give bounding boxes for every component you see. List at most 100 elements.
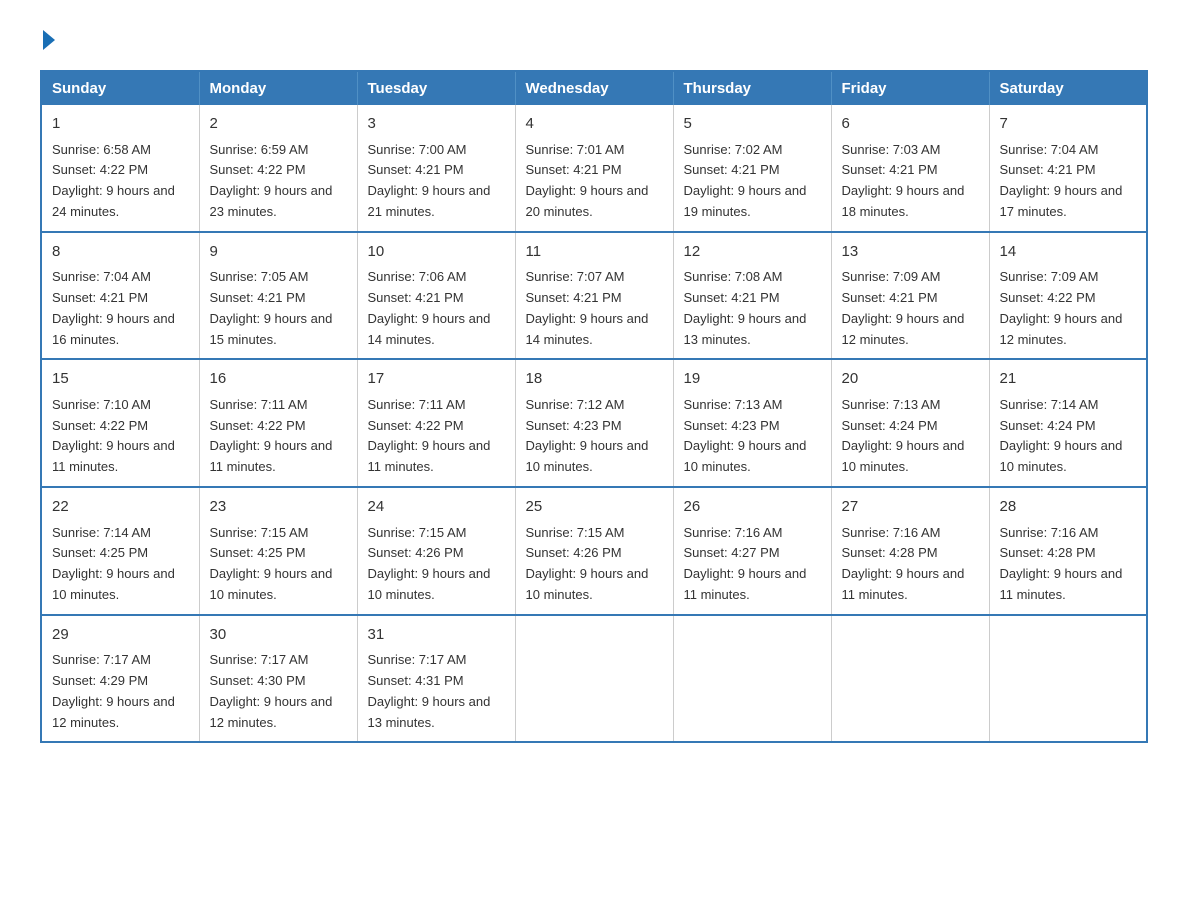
calendar-cell: 9 Sunrise: 7:05 AMSunset: 4:21 PMDaylight… bbox=[199, 232, 357, 360]
calendar-cell: 20 Sunrise: 7:13 AMSunset: 4:24 PMDayligh… bbox=[831, 359, 989, 487]
day-number: 26 bbox=[684, 496, 821, 519]
day-info: Sunrise: 6:58 AMSunset: 4:22 PMDaylight:… bbox=[52, 140, 189, 223]
week-row-1: 1 Sunrise: 6:58 AMSunset: 4:22 PMDaylight… bbox=[41, 105, 1147, 232]
day-number: 5 bbox=[684, 113, 821, 136]
day-info: Sunrise: 7:11 AMSunset: 4:22 PMDaylight:… bbox=[368, 395, 505, 478]
calendar-cell: 29 Sunrise: 7:17 AMSunset: 4:29 PMDayligh… bbox=[41, 615, 199, 743]
day-info: Sunrise: 7:15 AMSunset: 4:25 PMDaylight:… bbox=[210, 523, 347, 606]
calendar-cell: 1 Sunrise: 6:58 AMSunset: 4:22 PMDaylight… bbox=[41, 105, 199, 232]
day-info: Sunrise: 7:11 AMSunset: 4:22 PMDaylight:… bbox=[210, 395, 347, 478]
day-number: 2 bbox=[210, 113, 347, 136]
day-number: 22 bbox=[52, 496, 189, 519]
calendar-cell: 22 Sunrise: 7:14 AMSunset: 4:25 PMDayligh… bbox=[41, 487, 199, 615]
day-info: Sunrise: 7:13 AMSunset: 4:23 PMDaylight:… bbox=[684, 395, 821, 478]
calendar-cell: 25 Sunrise: 7:15 AMSunset: 4:26 PMDayligh… bbox=[515, 487, 673, 615]
day-info: Sunrise: 7:17 AMSunset: 4:29 PMDaylight:… bbox=[52, 650, 189, 733]
day-number: 15 bbox=[52, 368, 189, 391]
day-info: Sunrise: 7:07 AMSunset: 4:21 PMDaylight:… bbox=[526, 267, 663, 350]
day-info: Sunrise: 7:16 AMSunset: 4:27 PMDaylight:… bbox=[684, 523, 821, 606]
calendar-cell: 4 Sunrise: 7:01 AMSunset: 4:21 PMDaylight… bbox=[515, 105, 673, 232]
day-number: 23 bbox=[210, 496, 347, 519]
calendar-cell bbox=[831, 615, 989, 743]
calendar-cell: 18 Sunrise: 7:12 AMSunset: 4:23 PMDayligh… bbox=[515, 359, 673, 487]
calendar-cell: 21 Sunrise: 7:14 AMSunset: 4:24 PMDayligh… bbox=[989, 359, 1147, 487]
calendar-table: SundayMondayTuesdayWednesdayThursdayFrid… bbox=[40, 70, 1148, 743]
calendar-cell: 15 Sunrise: 7:10 AMSunset: 4:22 PMDayligh… bbox=[41, 359, 199, 487]
day-info: Sunrise: 7:17 AMSunset: 4:30 PMDaylight:… bbox=[210, 650, 347, 733]
calendar-cell: 13Sunrise: 7:09 AMSunset: 4:21 PMDayligh… bbox=[831, 232, 989, 360]
calendar-cell: 23 Sunrise: 7:15 AMSunset: 4:25 PMDayligh… bbox=[199, 487, 357, 615]
day-info: Sunrise: 7:14 AMSunset: 4:25 PMDaylight:… bbox=[52, 523, 189, 606]
day-number: 19 bbox=[684, 368, 821, 391]
day-info: Sunrise: 7:06 AMSunset: 4:21 PMDaylight:… bbox=[368, 267, 505, 350]
day-number: 24 bbox=[368, 496, 505, 519]
logo-arrow-icon bbox=[43, 30, 55, 50]
day-info: Sunrise: 7:17 AMSunset: 4:31 PMDaylight:… bbox=[368, 650, 505, 733]
weekday-header-friday: Friday bbox=[831, 71, 989, 105]
day-number: 29 bbox=[52, 624, 189, 647]
calendar-cell: 26 Sunrise: 7:16 AMSunset: 4:27 PMDayligh… bbox=[673, 487, 831, 615]
calendar-cell bbox=[989, 615, 1147, 743]
calendar-cell: 6Sunrise: 7:03 AMSunset: 4:21 PMDaylight… bbox=[831, 105, 989, 232]
calendar-cell: 2 Sunrise: 6:59 AMSunset: 4:22 PMDaylight… bbox=[199, 105, 357, 232]
day-number: 6 bbox=[842, 113, 979, 136]
day-info: Sunrise: 7:09 AMSunset: 4:21 PMDaylight:… bbox=[842, 267, 979, 350]
calendar-cell: 31 Sunrise: 7:17 AMSunset: 4:31 PMDayligh… bbox=[357, 615, 515, 743]
day-info: Sunrise: 7:15 AMSunset: 4:26 PMDaylight:… bbox=[368, 523, 505, 606]
day-number: 4 bbox=[526, 113, 663, 136]
day-number: 9 bbox=[210, 241, 347, 264]
calendar-cell: 14Sunrise: 7:09 AMSunset: 4:22 PMDayligh… bbox=[989, 232, 1147, 360]
week-row-5: 29 Sunrise: 7:17 AMSunset: 4:29 PMDayligh… bbox=[41, 615, 1147, 743]
day-info: Sunrise: 7:16 AMSunset: 4:28 PMDaylight:… bbox=[1000, 523, 1137, 606]
calendar-cell: 11 Sunrise: 7:07 AMSunset: 4:21 PMDayligh… bbox=[515, 232, 673, 360]
day-info: Sunrise: 7:05 AMSunset: 4:21 PMDaylight:… bbox=[210, 267, 347, 350]
calendar-cell: 27 Sunrise: 7:16 AMSunset: 4:28 PMDayligh… bbox=[831, 487, 989, 615]
day-info: Sunrise: 7:16 AMSunset: 4:28 PMDaylight:… bbox=[842, 523, 979, 606]
day-number: 12 bbox=[684, 241, 821, 264]
calendar-cell: 19 Sunrise: 7:13 AMSunset: 4:23 PMDayligh… bbox=[673, 359, 831, 487]
day-number: 3 bbox=[368, 113, 505, 136]
day-number: 30 bbox=[210, 624, 347, 647]
day-info: Sunrise: 7:14 AMSunset: 4:24 PMDaylight:… bbox=[1000, 395, 1137, 478]
day-number: 17 bbox=[368, 368, 505, 391]
day-number: 20 bbox=[842, 368, 979, 391]
logo bbox=[40, 30, 55, 50]
day-number: 10 bbox=[368, 241, 505, 264]
day-info: Sunrise: 7:00 AMSunset: 4:21 PMDaylight:… bbox=[368, 140, 505, 223]
weekday-header-wednesday: Wednesday bbox=[515, 71, 673, 105]
weekday-header-tuesday: Tuesday bbox=[357, 71, 515, 105]
calendar-cell: 30 Sunrise: 7:17 AMSunset: 4:30 PMDayligh… bbox=[199, 615, 357, 743]
day-info: Sunrise: 7:04 AMSunset: 4:21 PMDaylight:… bbox=[52, 267, 189, 350]
day-number: 1 bbox=[52, 113, 189, 136]
day-number: 28 bbox=[1000, 496, 1137, 519]
day-number: 18 bbox=[526, 368, 663, 391]
day-info: Sunrise: 7:13 AMSunset: 4:24 PMDaylight:… bbox=[842, 395, 979, 478]
calendar-cell bbox=[515, 615, 673, 743]
calendar-cell: 28 Sunrise: 7:16 AMSunset: 4:28 PMDayligh… bbox=[989, 487, 1147, 615]
calendar-cell: 24 Sunrise: 7:15 AMSunset: 4:26 PMDayligh… bbox=[357, 487, 515, 615]
page-header bbox=[40, 30, 1148, 50]
day-number: 21 bbox=[1000, 368, 1137, 391]
day-number: 27 bbox=[842, 496, 979, 519]
day-number: 25 bbox=[526, 496, 663, 519]
day-info: Sunrise: 7:10 AMSunset: 4:22 PMDaylight:… bbox=[52, 395, 189, 478]
calendar-cell: 8 Sunrise: 7:04 AMSunset: 4:21 PMDaylight… bbox=[41, 232, 199, 360]
weekday-header-sunday: Sunday bbox=[41, 71, 199, 105]
day-info: Sunrise: 7:04 AMSunset: 4:21 PMDaylight:… bbox=[1000, 140, 1137, 223]
day-info: Sunrise: 7:09 AMSunset: 4:22 PMDaylight:… bbox=[1000, 267, 1137, 350]
day-number: 7 bbox=[1000, 113, 1137, 136]
day-number: 11 bbox=[526, 241, 663, 264]
weekday-header-monday: Monday bbox=[199, 71, 357, 105]
day-number: 16 bbox=[210, 368, 347, 391]
day-info: Sunrise: 7:12 AMSunset: 4:23 PMDaylight:… bbox=[526, 395, 663, 478]
day-info: Sunrise: 7:01 AMSunset: 4:21 PMDaylight:… bbox=[526, 140, 663, 223]
day-number: 8 bbox=[52, 241, 189, 264]
calendar-cell: 12Sunrise: 7:08 AMSunset: 4:21 PMDayligh… bbox=[673, 232, 831, 360]
calendar-cell: 16 Sunrise: 7:11 AMSunset: 4:22 PMDayligh… bbox=[199, 359, 357, 487]
day-info: Sunrise: 7:15 AMSunset: 4:26 PMDaylight:… bbox=[526, 523, 663, 606]
calendar-cell: 17 Sunrise: 7:11 AMSunset: 4:22 PMDayligh… bbox=[357, 359, 515, 487]
day-info: Sunrise: 6:59 AMSunset: 4:22 PMDaylight:… bbox=[210, 140, 347, 223]
weekday-header-saturday: Saturday bbox=[989, 71, 1147, 105]
day-number: 31 bbox=[368, 624, 505, 647]
calendar-cell: 5Sunrise: 7:02 AMSunset: 4:21 PMDaylight… bbox=[673, 105, 831, 232]
